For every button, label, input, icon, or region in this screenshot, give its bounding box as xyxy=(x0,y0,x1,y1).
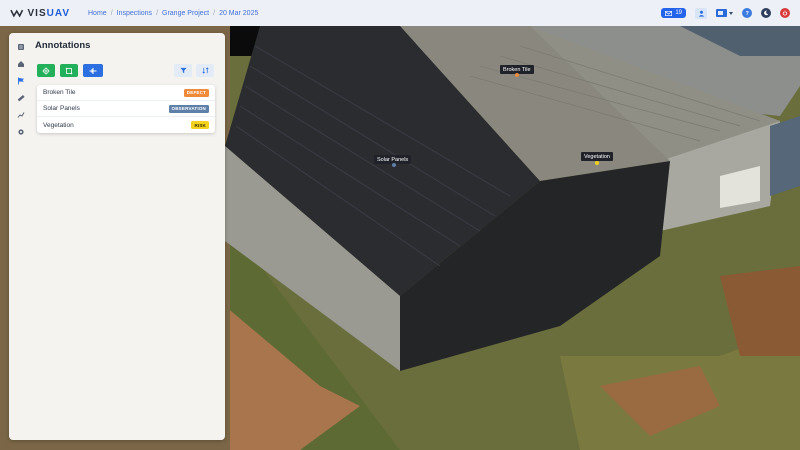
pin-icon[interactable] xyxy=(595,161,599,165)
flag-icon xyxy=(18,77,24,84)
rail-home[interactable] xyxy=(17,59,26,68)
breadcrumb: Home / Inspections / Grange Project / 20… xyxy=(88,10,258,17)
messages-button[interactable]: 19 xyxy=(661,8,686,18)
annotation-list: Broken Tile DEFECT Solar Panels OBSERVAT… xyxy=(37,85,215,133)
annotation-name: Vegetation xyxy=(43,121,74,129)
brand-prefix: VIS xyxy=(27,7,47,19)
breadcrumb-separator: / xyxy=(213,9,216,17)
sort-icon xyxy=(201,67,209,74)
svg-text:?: ? xyxy=(746,11,749,16)
app-logo[interactable]: VISUAV xyxy=(10,8,70,19)
area-icon xyxy=(65,67,73,74)
panel-title: Annotations xyxy=(35,40,91,51)
breadcrumb-separator: / xyxy=(110,9,113,17)
brand-suffix: UAV xyxy=(46,7,70,19)
breadcrumb-inspections[interactable]: Inspections xyxy=(117,10,152,17)
flag-icon xyxy=(716,9,727,17)
status-badge: DEFECT xyxy=(183,88,209,97)
crosshair-icon xyxy=(42,67,50,74)
annotation-name: Broken Tile xyxy=(43,89,76,96)
language-selector[interactable] xyxy=(716,9,733,17)
filter-button[interactable] xyxy=(174,64,192,77)
list-item[interactable]: Vegetation RISK xyxy=(37,117,215,133)
scene-label-vegetation[interactable]: Vegetation xyxy=(581,152,613,161)
ruler-icon xyxy=(17,94,25,101)
list-item[interactable]: Solar Panels OBSERVATION xyxy=(37,101,215,117)
top-tools: 19 ? xyxy=(661,7,790,19)
add-point-button[interactable] xyxy=(37,64,55,77)
rail-measure[interactable] xyxy=(17,93,26,102)
breadcrumb-date[interactable]: 20 Mar 2025 xyxy=(219,10,258,17)
chart-icon xyxy=(17,111,25,118)
theme-toggle[interactable] xyxy=(761,8,771,18)
logout-button[interactable] xyxy=(780,8,790,18)
rail-menu[interactable] xyxy=(17,42,26,51)
logo-icon xyxy=(10,9,24,18)
power-icon xyxy=(782,10,788,16)
user-button[interactable] xyxy=(695,7,707,19)
breadcrumb-project[interactable]: Grange Project xyxy=(162,10,209,17)
pin-icon[interactable] xyxy=(515,73,519,77)
status-badge: OBSERVATION xyxy=(168,104,209,113)
flight-mode-button[interactable] xyxy=(83,64,103,77)
home-icon xyxy=(18,60,24,67)
rail-settings[interactable] xyxy=(17,127,26,136)
annotation-name: Solar Panels xyxy=(43,105,80,112)
filter-icon xyxy=(179,67,187,74)
help-button[interactable]: ? xyxy=(742,8,752,18)
rail-reports[interactable] xyxy=(17,110,26,119)
chevron-down-icon xyxy=(729,11,733,15)
plane-icon xyxy=(89,67,97,74)
add-area-button[interactable] xyxy=(60,64,78,77)
status-badge: RISK xyxy=(191,121,209,129)
annotations-panel: Annotations Broken Tile DEFECT Solar Pan… xyxy=(9,33,225,440)
top-bar: VISUAV Home / Inspections / Grange Proje… xyxy=(0,0,800,26)
sort-button[interactable] xyxy=(196,64,214,77)
envelope-icon xyxy=(665,10,673,16)
messages-count: 19 xyxy=(675,10,682,16)
question-icon: ? xyxy=(746,11,749,16)
list-icon xyxy=(18,43,24,50)
list-item[interactable]: Broken Tile DEFECT xyxy=(37,85,215,101)
breadcrumb-home[interactable]: Home xyxy=(88,10,107,17)
user-icon xyxy=(698,10,704,17)
pin-icon[interactable] xyxy=(392,163,396,167)
breadcrumb-separator: / xyxy=(156,9,159,17)
rail-annotations[interactable] xyxy=(17,76,26,85)
moon-icon xyxy=(764,10,769,16)
side-rail xyxy=(9,33,33,440)
gear-icon xyxy=(18,128,24,135)
